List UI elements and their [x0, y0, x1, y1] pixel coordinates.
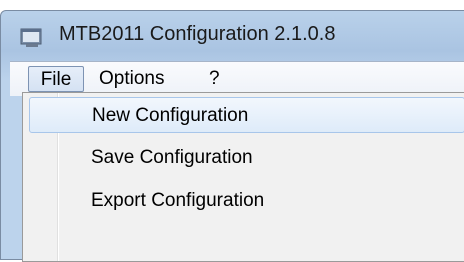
menu-item-export-configuration[interactable]: Export Configuration: [29, 183, 464, 219]
title-bar[interactable]: MTB2011 Configuration 2.1.0.8: [1, 11, 464, 59]
menu-item-label: Save Configuration: [91, 147, 253, 168]
menu-file[interactable]: File: [28, 66, 84, 92]
menu-item-label: New Configuration: [92, 105, 249, 126]
menu-item-new-configuration[interactable]: New Configuration: [29, 97, 464, 133]
menu-item-save-configuration[interactable]: Save Configuration: [29, 140, 464, 176]
menu-help[interactable]: ?: [202, 66, 227, 92]
menu-options[interactable]: Options: [92, 66, 171, 92]
window-title: MTB2011 Configuration 2.1.0.8: [59, 23, 336, 45]
menu-item-label: Export Configuration: [91, 190, 265, 211]
app-window-icon: [20, 25, 44, 49]
menu-bar: File Options ?: [10, 61, 464, 96]
file-dropdown-menu: New Configuration Save Configuration Exp…: [22, 92, 464, 262]
